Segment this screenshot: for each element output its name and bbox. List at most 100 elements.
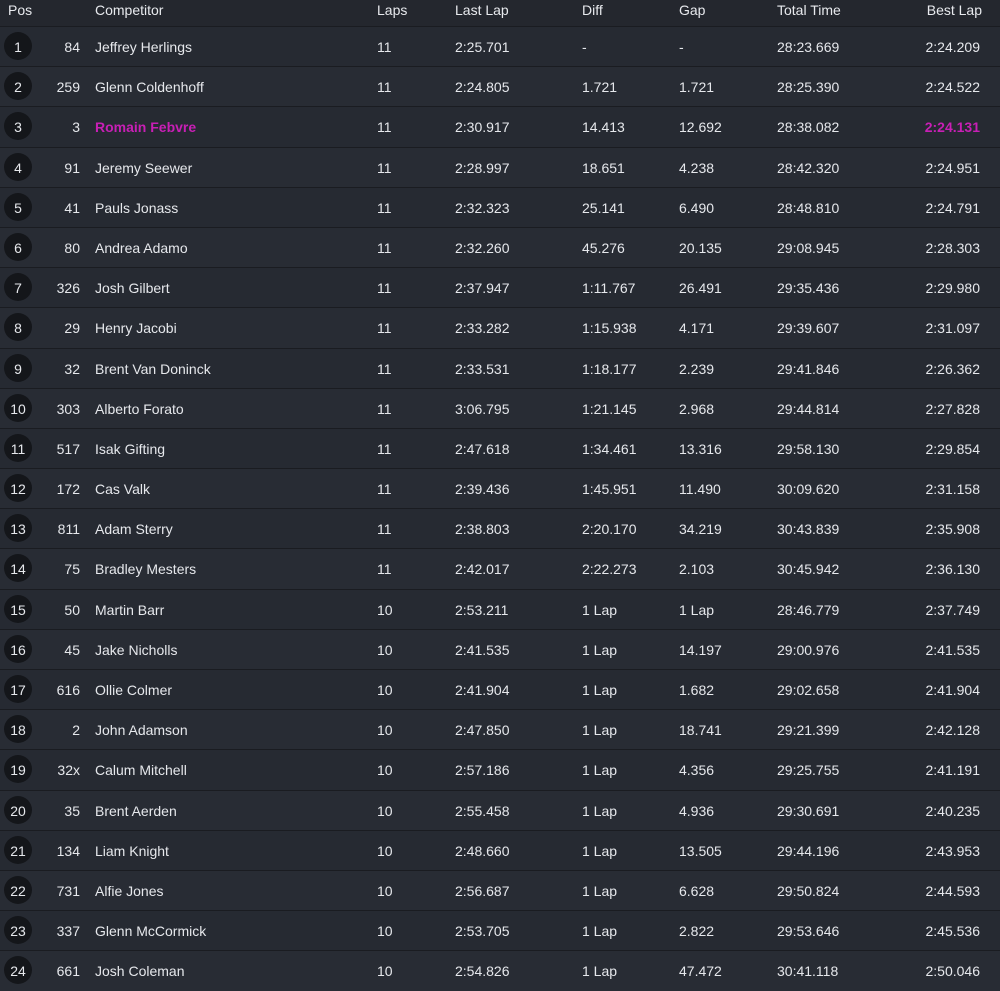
- best-lap-value: 2:31.097: [925, 320, 981, 337]
- best-lap-value: 2:43.953: [925, 842, 981, 859]
- position-badge: 23: [4, 916, 32, 945]
- competitor-name[interactable]: Pauls Jonass: [95, 200, 178, 216]
- competitor-name[interactable]: Josh Gilbert: [95, 280, 170, 296]
- last-lap-value: 2:24.805: [455, 79, 510, 96]
- total-time-value: 28:48.810: [777, 199, 840, 216]
- table-row[interactable]: 11 517 Isak Gifting 11 2:47.618 1:34.461 13.31…: [0, 427, 1000, 469]
- column-header-laps[interactable]: Laps: [377, 2, 407, 18]
- competitor-name[interactable]: Jake Nicholls: [95, 642, 177, 658]
- table-row[interactable]: 14 75 Bradley Mesters 11 2:42.017 2:22.273 2.1…: [0, 548, 1000, 589]
- table-row[interactable]: 13 811 Adam Sterry 11 2:38.803 2:20.170 34.219…: [0, 508, 1000, 549]
- total-time-value: 29:00.976: [777, 641, 840, 658]
- table-row[interactable]: 10 303 Alberto Forato 11 3:06.795 1:21.145 2.9…: [0, 387, 1000, 428]
- rider-number: 32: [64, 360, 80, 377]
- competitor-name[interactable]: Henry Jacobi: [95, 320, 177, 336]
- competitor-name[interactable]: Glenn Coldenhoff: [95, 79, 204, 95]
- laps-value: 11: [377, 280, 392, 297]
- table-row[interactable]: 16 45 Jake Nicholls 10 2:41.535 1 Lap 14.197 29…: [0, 628, 1000, 669]
- total-time-value: 29:44.196: [777, 842, 840, 859]
- table-row[interactable]: 4 91 Jeremy Seewer 11 2:28.997 18.651 4.238 28:…: [0, 146, 1000, 187]
- total-time-value: 29:58.130: [777, 440, 840, 457]
- table-row[interactable]: 6 80 Andrea Adamo 11 2:32.260 45.276 20.135 29:…: [0, 226, 1000, 268]
- table-row[interactable]: 17 616 Ollie Colmer 10 2:41.904 1 Lap 1.682 29:…: [0, 669, 1000, 710]
- position-badge: 3: [4, 112, 32, 141]
- total-time-value: 29:25.755: [777, 762, 840, 779]
- table-row[interactable]: 3 3 Romain Febvre 11 2:30.917 14.413 12.692 28:…: [0, 106, 1000, 147]
- competitor-name[interactable]: Brent Van Doninck: [95, 361, 211, 377]
- column-header-total-time[interactable]: Total Time: [777, 2, 841, 18]
- table-row[interactable]: 19 32x Calum Mitchell 10 2:57.186 1 Lap 4.356 2…: [0, 749, 1000, 790]
- competitor-name[interactable]: Adam Sterry: [95, 521, 173, 537]
- rider-number: 29: [64, 320, 80, 337]
- table-row[interactable]: 1 84 Jeffrey Herlings 11 2:25.701 - - 28:23.669…: [0, 26, 1000, 67]
- table-row[interactable]: 15 50 Martin Barr 10 2:53.211 1 Lap 1 Lap 28:46…: [0, 588, 1000, 629]
- competitor-name[interactable]: Martin Barr: [95, 602, 164, 618]
- gap-value: 20.135: [679, 239, 722, 256]
- best-lap-value: 2:29.854: [925, 440, 981, 457]
- competitor-name[interactable]: Alberto Forato: [95, 401, 184, 417]
- table-row[interactable]: 22 731 Alfie Jones 10 2:56.687 1 Lap 6.628 29:5…: [0, 869, 1000, 911]
- laps-value: 10: [377, 762, 393, 779]
- column-header-diff[interactable]: Diff: [582, 2, 603, 18]
- position-badge: 10: [4, 393, 32, 422]
- table-row[interactable]: 12 172 Cas Valk 11 2:39.436 1:45.951 11.490 30:…: [0, 468, 1000, 509]
- column-header-best-lap[interactable]: Best Lap: [927, 2, 982, 18]
- column-header-competitor[interactable]: Competitor: [95, 2, 163, 18]
- competitor-name[interactable]: Josh Coleman: [95, 963, 185, 979]
- column-header-gap[interactable]: Gap: [679, 2, 705, 18]
- total-time-value: 29:08.945: [777, 239, 840, 256]
- gap-value: 4.936: [679, 802, 715, 819]
- competitor-name[interactable]: Calum Mitchell: [95, 762, 187, 778]
- last-lap-value: 2:38.803: [455, 521, 510, 538]
- last-lap-value: 2:48.660: [455, 842, 510, 859]
- competitor-name[interactable]: John Adamson: [95, 722, 188, 738]
- competitor-name[interactable]: Jeremy Seewer: [95, 160, 192, 176]
- table-row[interactable]: 2 259 Glenn Coldenhoff 11 2:24.805 1.721 1.721…: [0, 66, 1000, 107]
- position-badge: 19: [4, 755, 32, 784]
- competitor-name[interactable]: Glenn McCormick: [95, 923, 206, 939]
- table-row[interactable]: 8 29 Henry Jacobi 11 2:33.282 1:15.938 4.171 29…: [0, 307, 1000, 348]
- competitor-name[interactable]: Alfie Jones: [95, 883, 163, 899]
- position-badge: 12: [4, 474, 32, 503]
- competitor-name[interactable]: Brent Aerden: [95, 803, 177, 819]
- table-row[interactable]: 9 32 Brent Van Doninck 11 2:33.531 1:18.177 2.…: [0, 347, 1000, 388]
- competitor-name[interactable]: Liam Knight: [95, 843, 169, 859]
- competitor-name[interactable]: Isak Gifting: [95, 441, 165, 457]
- competitor-name[interactable]: Jeffrey Herlings: [95, 39, 192, 55]
- last-lap-value: 2:47.618: [455, 440, 510, 457]
- diff-value: 1:11.767: [582, 280, 636, 297]
- total-time-value: 29:02.658: [777, 682, 840, 698]
- rider-number: 32x: [57, 762, 80, 779]
- table-row[interactable]: 5 41 Pauls Jonass 11 2:32.323 25.141 6.490 28:4…: [0, 186, 1000, 227]
- position-badge: 2: [4, 72, 32, 101]
- table-row[interactable]: 20 35 Brent Aerden 10 2:55.458 1 Lap 4.936 29:3…: [0, 789, 1000, 830]
- rider-number: 172: [56, 481, 80, 498]
- diff-value: 1 Lap: [582, 963, 618, 980]
- best-lap-value: 2:50.046: [925, 963, 981, 980]
- laps-value: 11: [377, 521, 392, 538]
- total-time-value: 29:50.824: [777, 882, 840, 899]
- column-header-last-lap[interactable]: Last Lap: [455, 2, 509, 18]
- table-row[interactable]: 23 337 Glenn McCormick 10 2:53.705 1 Lap 2.822…: [0, 910, 1000, 951]
- competitor-name[interactable]: Bradley Mesters: [95, 561, 196, 577]
- table-row[interactable]: 7 326 Josh Gilbert 11 2:37.947 1:11.767 26.491…: [0, 267, 1000, 308]
- total-time-value: 28:23.669: [777, 39, 840, 55]
- table-body: 1 84 Jeffrey Herlings 11 2:25.701- -28:23.669…: [0, 26, 1000, 991]
- diff-value: 1 Lap: [582, 882, 618, 899]
- competitor-name[interactable]: Cas Valk: [95, 481, 150, 497]
- gap-value: 6.490: [679, 199, 715, 216]
- table-row[interactable]: 21 134 Liam Knight 10 2:48.660 1 Lap 13.505 29:…: [0, 829, 1000, 870]
- gap-value: 12.692: [679, 119, 722, 136]
- total-time-value: 30:43.839: [777, 521, 840, 538]
- competitor-name[interactable]: Romain Febvre: [95, 119, 196, 135]
- last-lap-value: 2:30.917: [455, 119, 510, 136]
- rider-number: 661: [56, 963, 80, 980]
- laps-value: 11: [377, 239, 392, 256]
- table-row[interactable]: 18 2 John Adamson 10 2:47.850 1 Lap 18.741 29:2…: [0, 709, 1000, 750]
- diff-value: 25.141: [582, 199, 625, 216]
- competitor-name[interactable]: Andrea Adamo: [95, 240, 188, 256]
- competitor-name[interactable]: Ollie Colmer: [95, 682, 172, 698]
- table-row[interactable]: 24 661 Josh Coleman 10 2:54.826 1 Lap 47.472 30…: [0, 950, 1000, 991]
- rider-number: 35: [64, 802, 80, 819]
- column-header-pos[interactable]: Pos: [8, 2, 32, 18]
